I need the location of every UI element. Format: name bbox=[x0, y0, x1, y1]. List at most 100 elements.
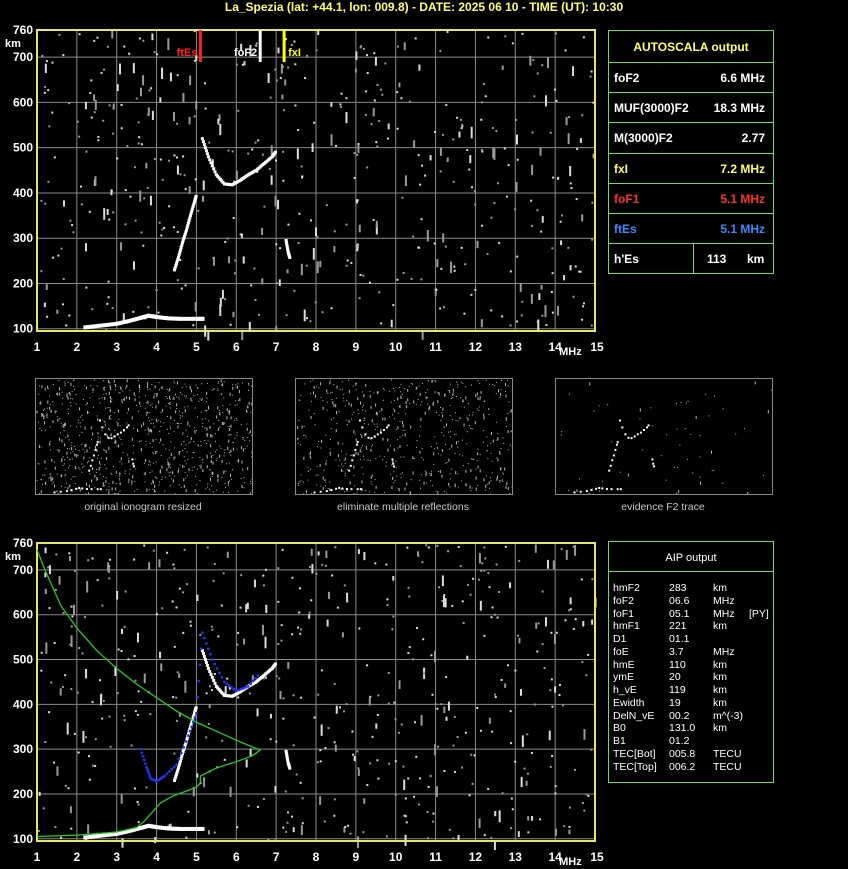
noise-speck bbox=[591, 201, 594, 204]
noise-speck bbox=[554, 88, 557, 91]
thumb-speck bbox=[496, 381, 498, 383]
thumb-speck bbox=[119, 475, 121, 477]
thumb-speck bbox=[486, 475, 488, 477]
noise-speck bbox=[106, 45, 109, 48]
noise-speck bbox=[460, 127, 463, 130]
noise-speck bbox=[581, 318, 584, 321]
aip-cell: foE bbox=[613, 645, 629, 658]
thumb-speck bbox=[60, 485, 62, 487]
thumb-trace-point bbox=[354, 448, 357, 451]
noise-speck bbox=[298, 611, 301, 614]
noise-speck bbox=[444, 245, 447, 248]
noise-speck bbox=[447, 701, 450, 711]
thumb-speck bbox=[308, 453, 310, 455]
noise-speck bbox=[123, 625, 126, 628]
noise-speck bbox=[343, 710, 346, 713]
thumb-speck bbox=[64, 383, 66, 385]
thumb-speck bbox=[361, 480, 363, 484]
thumb-speck bbox=[141, 424, 143, 428]
y-tick-label: 760 bbox=[13, 536, 33, 550]
thumb-speck bbox=[228, 428, 230, 430]
noise-speck bbox=[391, 628, 394, 631]
thumb-trace-point bbox=[610, 488, 613, 491]
thumb-speck bbox=[346, 399, 348, 401]
thumb-speck bbox=[238, 458, 240, 462]
thumb-speck bbox=[365, 383, 367, 387]
thumb-trace-point bbox=[351, 459, 354, 462]
noise-speck bbox=[145, 786, 148, 789]
thumb-speck bbox=[71, 391, 73, 393]
caption-f2-trace: evidence F2 trace bbox=[621, 501, 705, 513]
thumb-speck bbox=[137, 380, 139, 382]
noise-speck bbox=[582, 302, 585, 305]
thumb-speck bbox=[406, 444, 408, 446]
thumb-speck bbox=[167, 467, 169, 469]
thumb-speck bbox=[169, 426, 171, 428]
noise-speck bbox=[172, 563, 175, 566]
thumb-speck bbox=[128, 457, 130, 459]
thumb-speck bbox=[154, 393, 156, 395]
thumb-speck bbox=[182, 415, 184, 417]
thumb-speck bbox=[113, 442, 115, 444]
thumb-speck bbox=[210, 452, 212, 454]
thumb-speck bbox=[162, 408, 164, 412]
thumb-speck bbox=[491, 460, 493, 462]
thumb-speck bbox=[185, 397, 187, 399]
noise-speck bbox=[516, 320, 519, 323]
thumb-speck bbox=[371, 446, 373, 448]
thumb-speck bbox=[230, 454, 232, 456]
thumb-speck bbox=[305, 490, 307, 494]
thumb-speck bbox=[660, 455, 662, 457]
noise-speck bbox=[153, 51, 156, 54]
thumb-speck bbox=[83, 465, 85, 467]
y-tick-label: 200 bbox=[13, 787, 33, 801]
thumb-speck bbox=[470, 469, 472, 473]
thumb-speck bbox=[49, 404, 51, 406]
thumb-speck bbox=[46, 407, 48, 409]
thumb-trace-point bbox=[615, 443, 618, 446]
noise-speck bbox=[555, 99, 558, 102]
thumb-speck bbox=[197, 444, 199, 446]
thumb-speck bbox=[372, 475, 374, 477]
noise-speck bbox=[161, 67, 164, 80]
thumb-speck bbox=[82, 399, 84, 401]
thumb-speck bbox=[457, 486, 459, 488]
noise-speck bbox=[538, 293, 541, 301]
thumb-speck bbox=[110, 387, 112, 391]
noise-speck bbox=[295, 773, 298, 776]
thumb-speck bbox=[477, 397, 479, 401]
thumb-speck bbox=[499, 396, 501, 398]
fit-point bbox=[179, 751, 183, 755]
thumb-speck bbox=[241, 460, 243, 464]
thumb-speck bbox=[435, 490, 437, 492]
thumb-trace-point bbox=[313, 491, 316, 494]
thumb-speck bbox=[216, 489, 218, 491]
autoscala-label: ftEs bbox=[614, 222, 637, 236]
noise-speck bbox=[129, 195, 132, 198]
thumb-speck bbox=[475, 468, 477, 470]
noise-speck bbox=[511, 42, 514, 45]
thumb-speck bbox=[502, 437, 504, 439]
noise-speck bbox=[582, 621, 585, 627]
noise-speck bbox=[514, 669, 517, 672]
noise-speck bbox=[427, 785, 430, 788]
thumb-speck bbox=[67, 486, 69, 490]
noise-speck bbox=[555, 32, 558, 35]
thumb-speck bbox=[173, 396, 175, 400]
autoscala-row-fof2: foF2 6.6 MHz bbox=[609, 62, 773, 93]
thumb-speck bbox=[714, 395, 716, 397]
thumb-speck bbox=[218, 428, 220, 430]
thumb-speck bbox=[318, 440, 320, 442]
aip-cell: m^(-3) bbox=[713, 709, 744, 722]
thumb-speck bbox=[389, 416, 391, 418]
thumb-speck bbox=[176, 422, 178, 424]
noise-speck bbox=[357, 549, 360, 554]
noise-speck bbox=[541, 216, 544, 223]
noise-speck bbox=[574, 618, 577, 621]
thumb-speck bbox=[145, 414, 147, 416]
thumb-speck bbox=[174, 475, 176, 477]
thumb-speck bbox=[250, 482, 252, 484]
noise-speck bbox=[407, 586, 410, 589]
noise-speck bbox=[381, 93, 384, 96]
noise-speck bbox=[182, 92, 185, 103]
